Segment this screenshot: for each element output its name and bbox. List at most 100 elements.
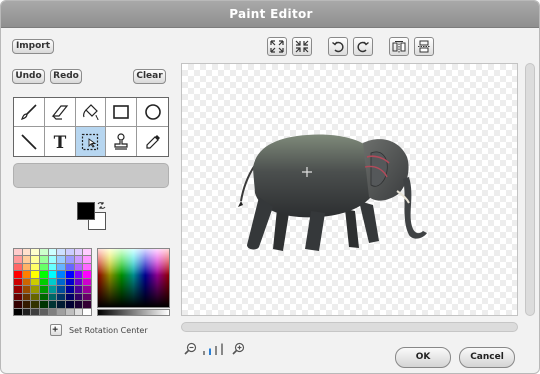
palette-swatch[interactable] (22, 271, 31, 278)
palette-swatch[interactable] (57, 301, 65, 308)
clear-button[interactable]: Clear (133, 69, 166, 84)
palette-swatch[interactable] (39, 293, 48, 301)
zoom-in-icon[interactable] (232, 342, 245, 355)
zoom-level-bar[interactable] (221, 343, 223, 356)
palette-swatch[interactable] (65, 263, 74, 271)
zoom-level-bar[interactable] (203, 351, 205, 355)
palette-swatch[interactable] (22, 256, 31, 263)
palette-swatch[interactable] (74, 286, 83, 293)
palette-swatch[interactable] (31, 271, 39, 278)
palette-swatch[interactable] (14, 278, 22, 286)
palette-swatch[interactable] (83, 256, 91, 263)
palette-swatch[interactable] (39, 256, 48, 263)
palette-swatch[interactable] (22, 308, 31, 315)
ok-button[interactable]: OK (395, 347, 451, 368)
palette-swatch[interactable] (65, 301, 74, 308)
palette-swatch[interactable] (48, 286, 57, 293)
palette-swatch[interactable] (48, 263, 57, 271)
undo-button[interactable]: Undo (12, 69, 45, 84)
palette-swatch[interactable] (83, 271, 91, 278)
palette-swatch[interactable] (57, 271, 65, 278)
horizontal-scrollbar[interactable] (181, 322, 518, 332)
zoom-level-indicator[interactable] (200, 343, 228, 356)
flip-horizontal-button[interactable] (389, 37, 409, 56)
cancel-button[interactable]: Cancel (459, 347, 515, 368)
paintbrush-tool[interactable] (14, 98, 45, 127)
palette-swatch[interactable] (65, 271, 74, 278)
select-tool[interactable] (75, 127, 107, 156)
palette-swatch[interactable] (65, 249, 74, 256)
palette-swatch[interactable] (14, 271, 22, 278)
shrink-button[interactable] (292, 37, 312, 56)
palette-swatch[interactable] (74, 293, 83, 301)
palette-swatch[interactable] (57, 263, 65, 271)
rotate-right-button[interactable] (353, 37, 373, 56)
palette-swatch[interactable] (14, 256, 22, 263)
palette-swatch[interactable] (57, 286, 65, 293)
palette-swatch[interactable] (39, 249, 48, 256)
palette-swatch[interactable] (39, 301, 48, 308)
palette-swatch[interactable] (83, 293, 91, 301)
redo-button[interactable]: Redo (50, 69, 82, 84)
palette-swatch[interactable] (31, 293, 39, 301)
palette-swatch[interactable] (83, 308, 91, 315)
eyedropper-tool[interactable] (137, 127, 168, 156)
palette-swatch[interactable] (14, 301, 22, 308)
palette-swatch[interactable] (14, 308, 22, 315)
palette-swatch[interactable] (74, 271, 83, 278)
palette-swatch[interactable] (48, 278, 57, 286)
color-spectrum-picker[interactable] (97, 248, 170, 308)
drawing-canvas[interactable] (181, 63, 518, 316)
palette-swatch[interactable] (57, 256, 65, 263)
text-tool[interactable]: T (45, 127, 76, 156)
palette-swatch[interactable] (48, 271, 57, 278)
palette-swatch[interactable] (14, 286, 22, 293)
palette-swatch[interactable] (83, 249, 91, 256)
palette-swatch[interactable] (22, 286, 31, 293)
palette-swatch[interactable] (65, 293, 74, 301)
palette-swatch[interactable] (14, 263, 22, 271)
palette-swatch[interactable] (22, 301, 31, 308)
palette-swatch[interactable] (31, 249, 39, 256)
palette-swatch[interactable] (31, 301, 39, 308)
palette-swatch[interactable] (83, 278, 91, 286)
palette-swatch[interactable] (31, 278, 39, 286)
palette-swatch[interactable] (57, 293, 65, 301)
palette-swatch[interactable] (74, 256, 83, 263)
palette-swatch[interactable] (74, 249, 83, 256)
palette-swatch[interactable] (31, 308, 39, 315)
palette-swatch[interactable] (65, 286, 74, 293)
palette-swatch[interactable] (65, 278, 74, 286)
palette-swatch[interactable] (83, 286, 91, 293)
palette-swatch[interactable] (14, 293, 22, 301)
palette-swatch[interactable] (74, 263, 83, 271)
palette-swatch[interactable] (39, 308, 48, 315)
rotate-left-button[interactable] (328, 37, 348, 56)
vertical-scrollbar[interactable] (525, 63, 535, 316)
eraser-tool[interactable] (44, 98, 76, 127)
fill-bucket-tool[interactable] (75, 98, 107, 127)
line-tool[interactable] (14, 127, 45, 156)
enlarge-button[interactable] (267, 37, 287, 56)
palette-swatch[interactable] (83, 263, 91, 271)
palette-swatch[interactable] (31, 286, 39, 293)
palette-swatch[interactable] (39, 263, 48, 271)
zoom-level-bar[interactable] (215, 346, 217, 355)
foreground-color-swatch[interactable] (77, 202, 95, 220)
palette-swatch[interactable] (14, 249, 22, 256)
palette-swatch[interactable] (57, 249, 65, 256)
palette-swatch[interactable] (22, 249, 31, 256)
palette-swatch[interactable] (65, 308, 74, 315)
set-rotation-center-button[interactable] (50, 324, 62, 336)
palette-swatch[interactable] (39, 278, 48, 286)
palette-swatch[interactable] (74, 278, 83, 286)
palette-swatch[interactable] (48, 256, 57, 263)
zoom-level-bar[interactable] (209, 348, 211, 356)
palette-swatch[interactable] (74, 308, 83, 315)
palette-swatch[interactable] (74, 301, 83, 308)
palette-swatch[interactable] (31, 263, 39, 271)
palette-swatch[interactable] (39, 286, 48, 293)
palette-swatch[interactable] (48, 308, 57, 315)
zoom-out-icon[interactable] (184, 342, 197, 355)
palette-swatch[interactable] (65, 256, 74, 263)
